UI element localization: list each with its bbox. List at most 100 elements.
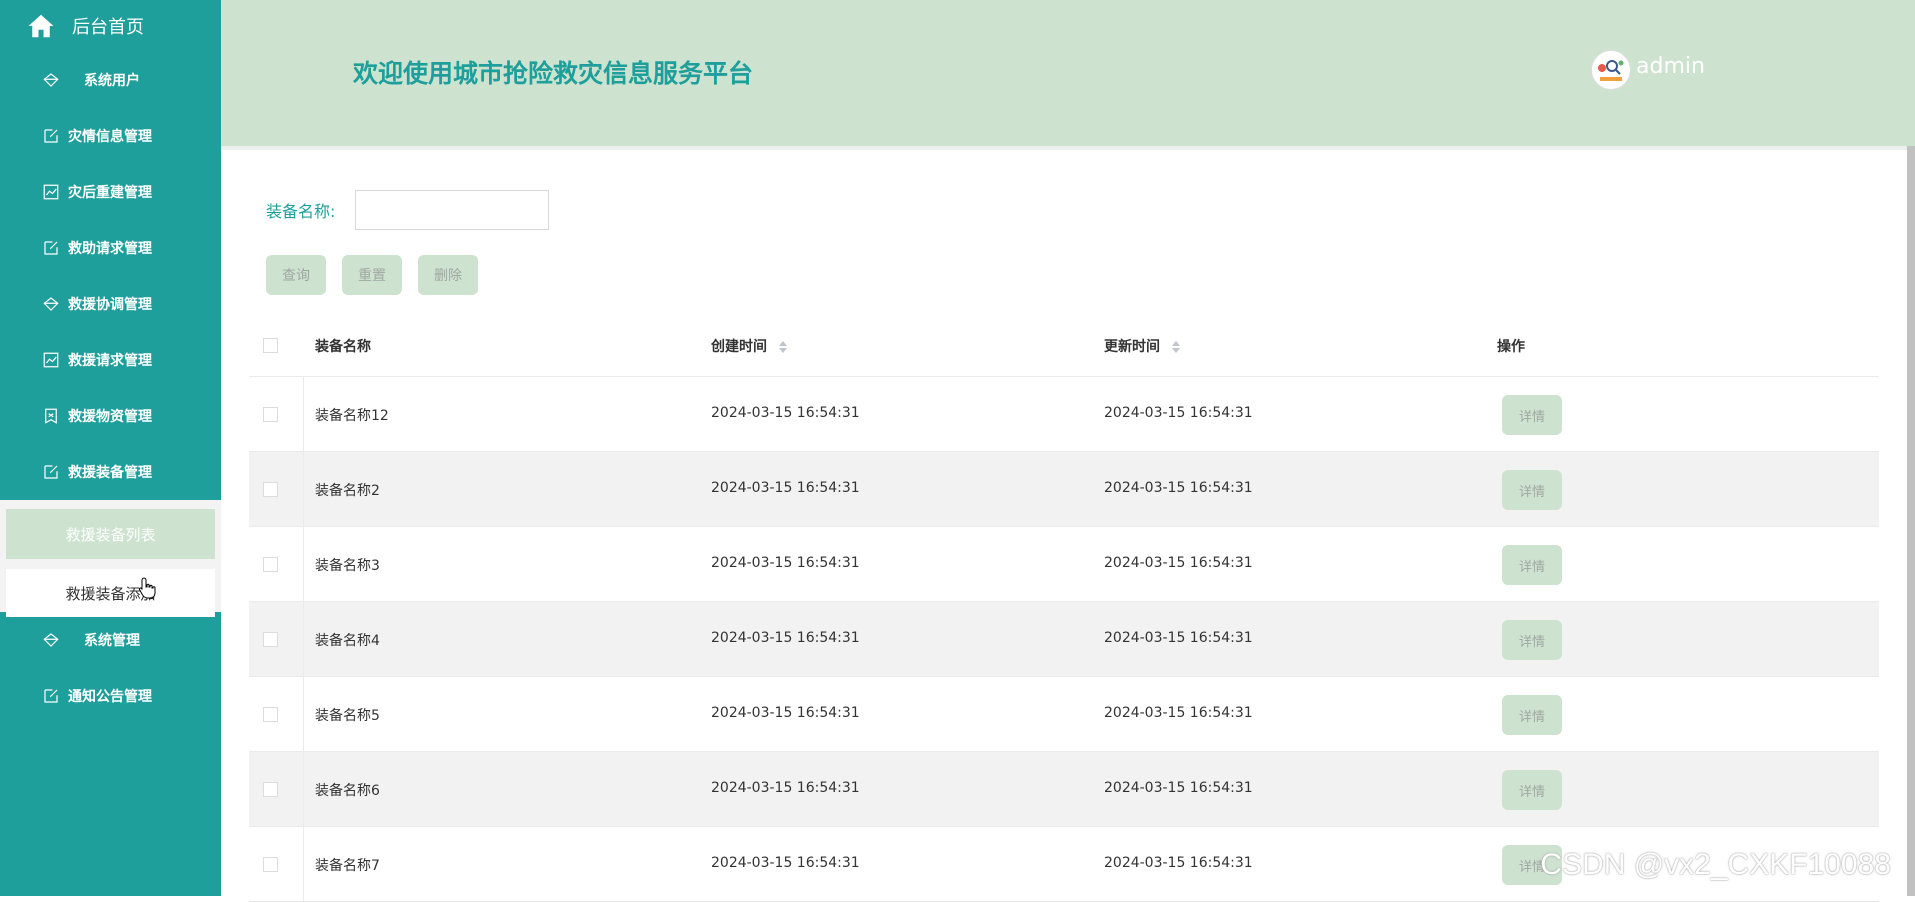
cell-created: 2024-03-15 16:54:31 [711, 855, 860, 871]
header: 欢迎使用城市抢险救灾信息服务平台 admin [221, 0, 1915, 146]
diamond-icon [43, 73, 59, 87]
sidebar-item-rescue-supplies[interactable]: 救援物资管理 [0, 388, 221, 444]
reset-button[interactable]: 重置 [342, 255, 402, 295]
row-checkbox[interactable] [263, 782, 278, 797]
row-checkbox[interactable] [263, 482, 278, 497]
sidebar: 后台首页 系统用户 灾情信息管理 灾后重建管理 救助请求管理 救援协调管理 救援… [0, 0, 221, 896]
cell-updated: 2024-03-15 16:54:31 [1104, 780, 1253, 796]
sidebar-submenu: 救援装备列表 救援装备添加 [0, 500, 221, 617]
scrollbar[interactable] [1907, 146, 1915, 896]
detail-button[interactable]: 详情 [1502, 395, 1562, 435]
avatar[interactable] [1591, 50, 1631, 90]
cell-name: 装备名称7 [315, 858, 380, 874]
sidebar-item-notice-management[interactable]: 通知公告管理 [0, 668, 221, 724]
sidebar-item-rescue-equipment[interactable]: 救援装备管理 [0, 444, 221, 500]
detail-button[interactable]: 详情 [1502, 545, 1562, 585]
table-row: 装备名称2 2024-03-15 16:54:31 2024-03-15 16:… [249, 452, 1879, 527]
sidebar-item-system-management[interactable]: 系统管理 [0, 612, 221, 668]
header-action: 操作 [1497, 339, 1525, 355]
select-all-checkbox[interactable] [263, 338, 278, 353]
sidebar-item-label: 救援协调管理 [68, 297, 152, 313]
cell-updated: 2024-03-15 16:54:31 [1104, 855, 1253, 871]
header-updated-label: 更新时间 [1104, 339, 1160, 355]
page-title: 欢迎使用城市抢险救灾信息服务平台 [353, 59, 754, 88]
cell-updated: 2024-03-15 16:54:31 [1104, 480, 1253, 496]
divider [303, 677, 304, 751]
chart-icon [43, 352, 59, 368]
main-content: 装备名称: 查询 重置 删除 装备名称 创建时间 更新时间 操作 装备名称12 … [221, 146, 1915, 902]
detail-button[interactable]: 详情 [1502, 620, 1562, 660]
cell-created: 2024-03-15 16:54:31 [711, 780, 860, 796]
sidebar-item-rescue-request[interactable]: 救援请求管理 [0, 332, 221, 388]
sidebar-item-system-users[interactable]: 系统用户 [0, 52, 221, 108]
cell-updated: 2024-03-15 16:54:31 [1104, 705, 1253, 721]
equipment-table: 装备名称 创建时间 更新时间 操作 装备名称12 2024-03-15 16:5… [249, 314, 1879, 902]
cell-created: 2024-03-15 16:54:31 [711, 405, 860, 421]
submenu-equipment-add[interactable]: 救援装备添加 [6, 569, 215, 617]
divider [303, 752, 304, 826]
divider [303, 602, 304, 676]
table-header: 装备名称 创建时间 更新时间 操作 [249, 314, 1879, 377]
cell-updated: 2024-03-15 16:54:31 [1104, 630, 1253, 646]
sort-icon[interactable] [778, 340, 788, 354]
cell-name: 装备名称4 [315, 633, 380, 649]
cell-updated: 2024-03-15 16:54:31 [1104, 555, 1253, 571]
edit-icon [44, 689, 58, 703]
row-checkbox[interactable] [263, 707, 278, 722]
row-checkbox[interactable] [263, 557, 278, 572]
sort-icon[interactable] [1171, 340, 1181, 354]
diamond-icon [43, 297, 59, 311]
sidebar-item-label: 系统用户 [84, 73, 140, 89]
bookmark-icon [45, 408, 57, 424]
cell-name: 装备名称5 [315, 708, 380, 724]
search-label: 装备名称: [266, 202, 336, 221]
row-checkbox[interactable] [263, 632, 278, 647]
table-row: 装备名称3 2024-03-15 16:54:31 2024-03-15 16:… [249, 527, 1879, 602]
diamond-icon [43, 633, 59, 647]
query-button[interactable]: 查询 [266, 255, 326, 295]
submenu-equipment-list[interactable]: 救援装备列表 [6, 509, 215, 559]
sidebar-item-rescue-coordination[interactable]: 救援协调管理 [0, 276, 221, 332]
divider [221, 146, 1915, 150]
sidebar-home[interactable]: 后台首页 [0, 0, 221, 52]
equipment-name-input[interactable] [355, 190, 550, 230]
cell-created: 2024-03-15 16:54:31 [711, 630, 860, 646]
edit-icon [44, 465, 58, 479]
detail-button[interactable]: 详情 [1502, 770, 1562, 810]
username[interactable]: admin [1636, 54, 1705, 79]
avatar-image-icon [1593, 52, 1629, 88]
edit-icon [44, 129, 58, 143]
sidebar-item-label: 救援请求管理 [68, 353, 152, 369]
cell-created: 2024-03-15 16:54:31 [711, 705, 860, 721]
cell-name: 装备名称3 [315, 558, 380, 574]
cell-created: 2024-03-15 16:54:31 [711, 555, 860, 571]
detail-button[interactable]: 详情 [1502, 695, 1562, 735]
sidebar-item-aid-request[interactable]: 救助请求管理 [0, 220, 221, 276]
divider [303, 527, 304, 601]
header-created[interactable]: 创建时间 [711, 336, 788, 356]
sidebar-item-label: 救助请求管理 [68, 241, 152, 257]
search-form: 装备名称: [266, 190, 550, 230]
scrollbar-thumb[interactable] [1907, 146, 1915, 896]
sidebar-item-label: 救援物资管理 [68, 409, 152, 425]
home-icon [28, 14, 54, 38]
sidebar-home-label: 后台首页 [72, 17, 144, 38]
delete-button[interactable]: 删除 [418, 255, 478, 295]
sidebar-item-reconstruction[interactable]: 灾后重建管理 [0, 164, 221, 220]
sidebar-item-disaster-info[interactable]: 灾情信息管理 [0, 108, 221, 164]
watermark: CSDN @vx2_CXKF10088 [1540, 848, 1891, 881]
row-checkbox[interactable] [263, 407, 278, 422]
row-checkbox[interactable] [263, 857, 278, 872]
sidebar-item-label: 通知公告管理 [68, 689, 152, 705]
table-row: 装备名称5 2024-03-15 16:54:31 2024-03-15 16:… [249, 677, 1879, 752]
cell-updated: 2024-03-15 16:54:31 [1104, 405, 1253, 421]
divider [303, 452, 304, 526]
header-created-label: 创建时间 [711, 339, 767, 355]
detail-button[interactable]: 详情 [1502, 470, 1562, 510]
sidebar-item-label: 灾情信息管理 [68, 129, 152, 145]
chart-icon [43, 184, 59, 200]
divider [303, 827, 304, 901]
header-updated[interactable]: 更新时间 [1104, 336, 1181, 356]
header-name: 装备名称 [315, 339, 371, 355]
action-buttons: 查询 重置 删除 [266, 255, 494, 295]
